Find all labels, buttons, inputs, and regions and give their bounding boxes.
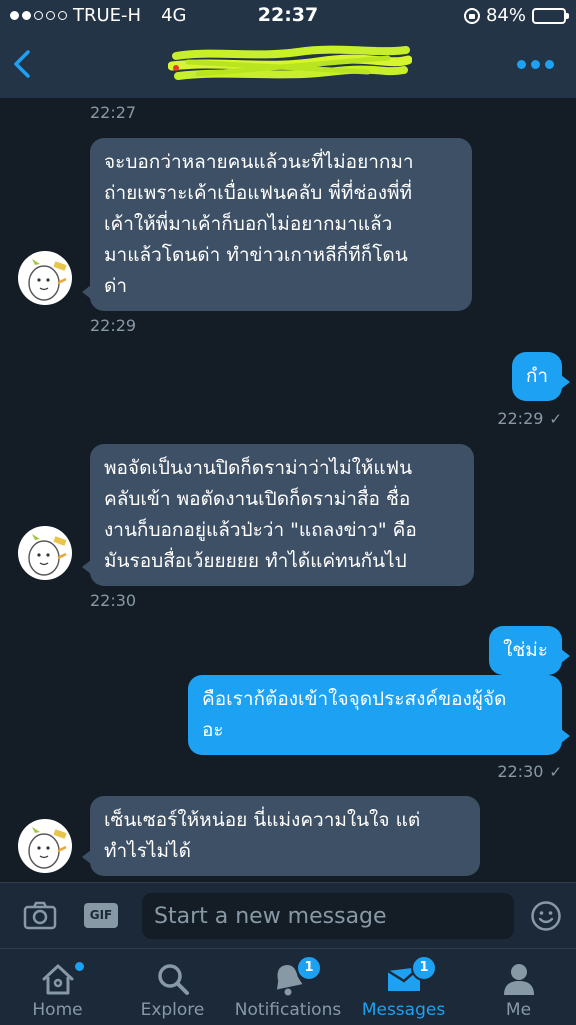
read-check-icon: ✓ bbox=[549, 762, 562, 781]
message-line: ทำไรไม่ได้ bbox=[104, 840, 191, 862]
message-line: เค้าให้พี่มาเค้าก็บอกไม่อยากมาแล้ว bbox=[104, 213, 393, 235]
tab-home[interactable]: Home bbox=[0, 949, 115, 1025]
message-line: คือเราก้ต้องเข้าใจจุดประสงค์ของผู้จัด bbox=[202, 688, 507, 710]
tab-me[interactable]: Me bbox=[461, 949, 576, 1025]
outgoing-message[interactable]: กำ bbox=[511, 352, 571, 401]
message-timestamp: 22:30 bbox=[90, 591, 137, 610]
message-line: ใช่ม่ะ bbox=[503, 639, 548, 661]
outgoing-message[interactable]: คือเราก้ต้องเข้าใจจุดประสงค์ของผู้จัด อะ bbox=[188, 675, 570, 755]
camera-icon[interactable] bbox=[22, 897, 58, 933]
status-bar: TRUE-H 4G 22:37 84% bbox=[0, 0, 576, 32]
sender-avatar[interactable] bbox=[18, 251, 72, 305]
status-right: 84% bbox=[463, 5, 569, 26]
tab-label: Me bbox=[505, 1000, 532, 1020]
tab-messages[interactable]: 1 Messages bbox=[346, 949, 461, 1025]
battery-percent: 84% bbox=[485, 5, 526, 26]
message-badge: 1 bbox=[411, 955, 437, 981]
message-timestamp: 22:29 ✓ bbox=[497, 409, 562, 428]
outgoing-message[interactable]: ใช่ม่ะ bbox=[489, 626, 570, 675]
message-line: พอจัดเป็นงานปิดก็ดราม่าว่าไม่ให้แฟน bbox=[104, 457, 413, 479]
message-line: กำ bbox=[525, 365, 548, 387]
message-line: คลับเข้า พอตัดงานเปิดก็ดราม่าสื่อ ชื่อ bbox=[104, 488, 411, 510]
message-timestamp: 22:30 ✓ bbox=[497, 762, 562, 781]
new-content-dot bbox=[75, 962, 84, 971]
timestamp-text: 22:30 bbox=[497, 762, 544, 781]
message-line: มาแล้วโดนด่า ทำข่าวเกาหลีกี่ทีก็โดน bbox=[104, 244, 408, 266]
tab-bar: Home Explore 1 Notifications 1 Messages … bbox=[0, 948, 576, 1025]
message-line: ด่า bbox=[104, 275, 128, 297]
conversation-thread[interactable]: 22:27 จะบอกว่าหลายคนแล้วนะที่ไม่อยากมา ถ… bbox=[0, 98, 576, 882]
message-timestamp: 22:29 bbox=[90, 316, 137, 335]
person-icon bbox=[503, 964, 534, 995]
timestamp-text: 22:29 bbox=[497, 409, 544, 428]
conversation-header bbox=[0, 32, 576, 98]
message-composer: GIF bbox=[0, 882, 576, 949]
message-timestamp: 22:27 bbox=[90, 103, 137, 122]
orientation-lock-icon bbox=[463, 7, 480, 24]
incoming-message[interactable]: จะบอกว่าหลายคนแล้วนะที่ไม่อยากมา ถ่ายเพร… bbox=[82, 138, 472, 311]
gif-button[interactable]: GIF bbox=[84, 903, 118, 928]
message-line: เซ็นเซอร์ให้หน่อย นี่แม่งความในใจ แต่ bbox=[104, 809, 421, 831]
tab-label: Home bbox=[32, 1000, 83, 1020]
more-dots-icon[interactable] bbox=[517, 60, 554, 69]
message-line: จะบอกว่าหลายคนแล้วนะที่ไม่อยากมา bbox=[104, 151, 414, 173]
sender-avatar[interactable] bbox=[18, 819, 72, 873]
message-line: อะ bbox=[202, 719, 224, 741]
tab-label: Messages bbox=[361, 1000, 446, 1020]
tab-explore[interactable]: Explore bbox=[115, 949, 230, 1025]
tab-notifications[interactable]: 1 Notifications bbox=[230, 949, 346, 1025]
redacted-title-scribble[interactable] bbox=[168, 44, 412, 84]
battery-icon bbox=[532, 7, 569, 24]
message-line: งานก็บอกอยู่แล้วป่ะว่า "แถลงข่าว" คือ bbox=[104, 519, 417, 541]
message-input[interactable] bbox=[142, 893, 514, 939]
search-icon bbox=[157, 964, 189, 995]
incoming-message[interactable]: พอจัดเป็นงานปิดก็ดราม่าว่าไม่ให้แฟน คลับ… bbox=[82, 444, 474, 586]
tab-label: Notifications bbox=[234, 1000, 342, 1020]
incoming-message[interactable]: เซ็นเซอร์ให้หน่อย นี่แม่งความในใจ แต่ ทำ… bbox=[82, 796, 480, 876]
read-check-icon: ✓ bbox=[549, 409, 562, 428]
notification-badge: 1 bbox=[296, 955, 322, 981]
tab-label: Explore bbox=[140, 1000, 205, 1020]
message-line: ถ่ายเพราะเค้าเบื่อแฟนคลับ พี่ที่ช่องพี่ท… bbox=[104, 182, 413, 204]
sender-avatar[interactable] bbox=[18, 526, 72, 580]
message-line: มันรอบสื่อเว้ยยยยย ทำได้แค่ทนกันไป bbox=[104, 550, 407, 572]
home-icon bbox=[42, 964, 73, 995]
emoji-icon[interactable] bbox=[530, 900, 562, 932]
chevron-left-icon[interactable] bbox=[6, 44, 40, 84]
